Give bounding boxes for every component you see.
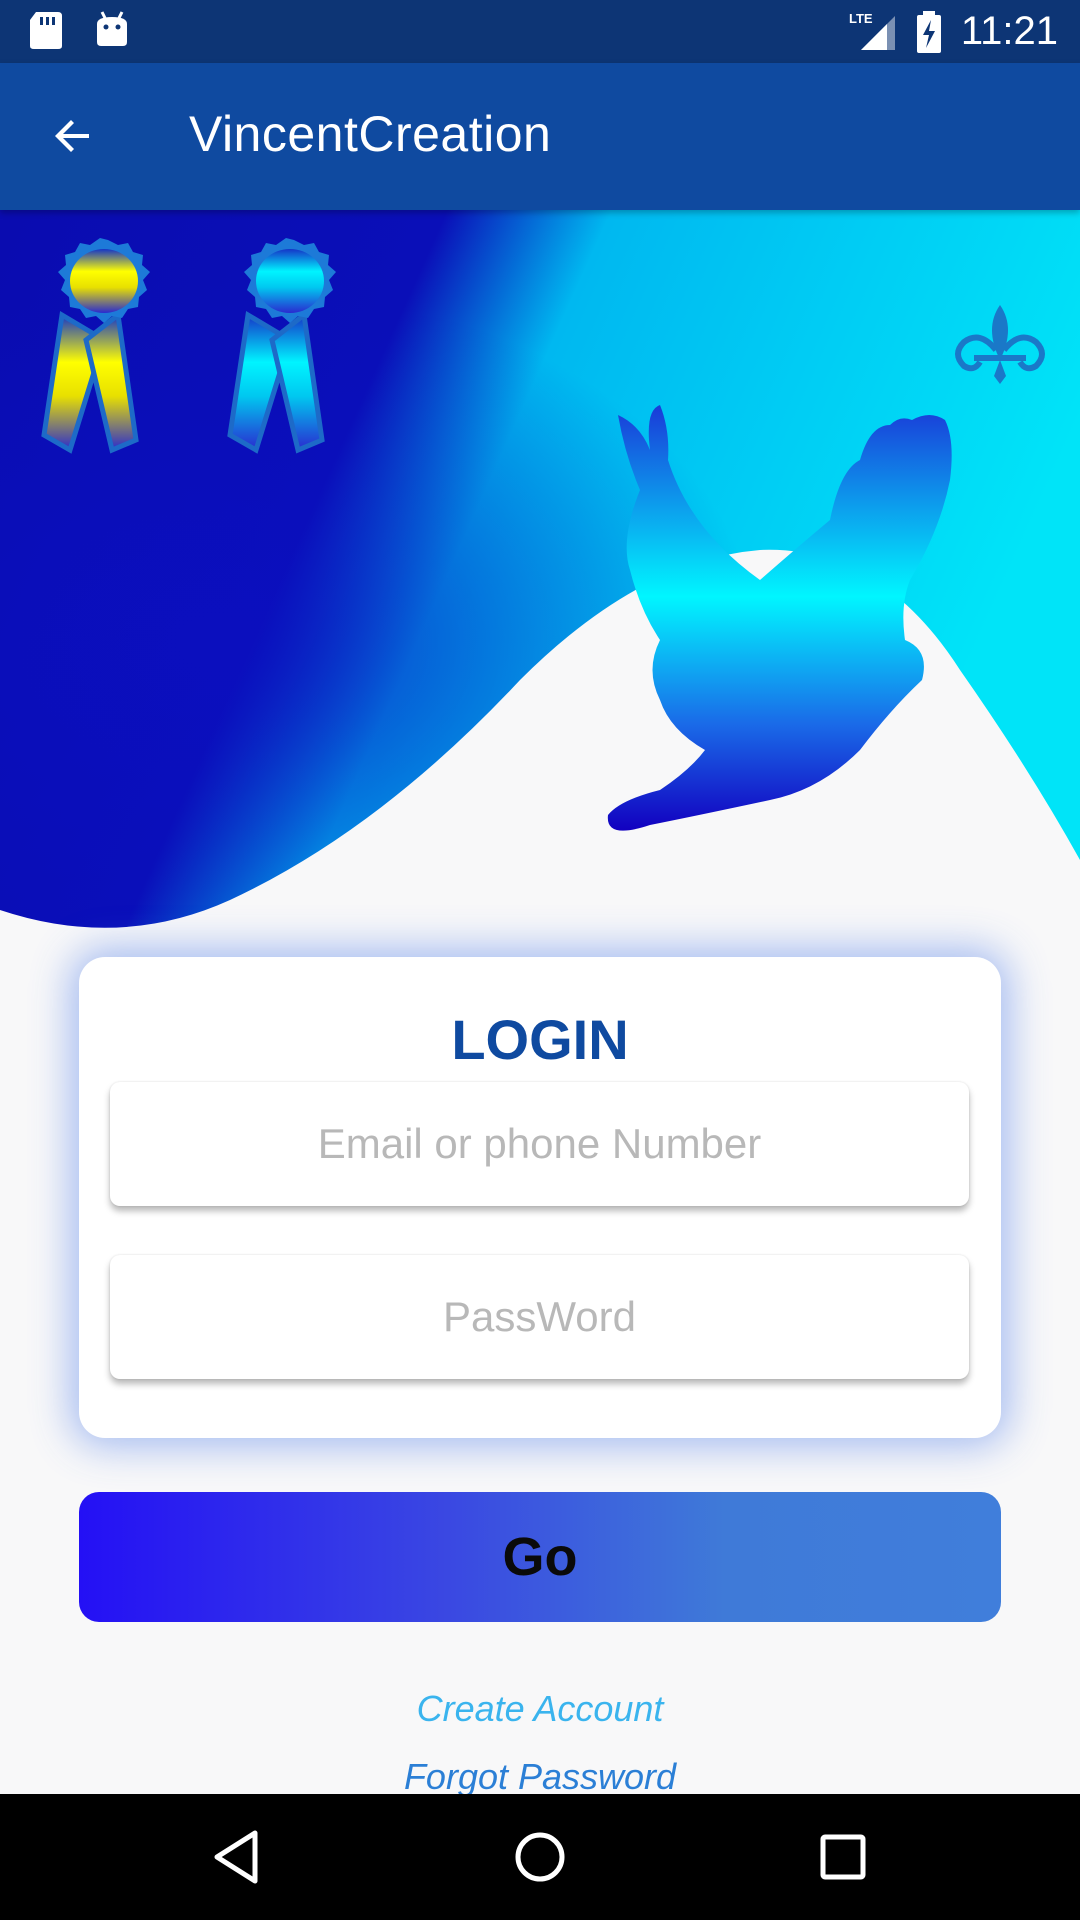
nav-back-button[interactable] [201, 1822, 271, 1892]
status-bar: LTE 11:21 [0, 0, 1080, 63]
nav-back-icon [214, 1830, 258, 1884]
sd-card-icon [30, 12, 62, 49]
create-account-link[interactable]: Create Account [0, 1688, 1080, 1730]
status-indicators: LTE 11:21 [849, 0, 1058, 63]
navigation-bar [0, 1794, 1080, 1920]
lte-signal-icon: LTE [849, 11, 895, 50]
android-icon [97, 11, 127, 46]
svg-text:LTE: LTE [849, 11, 873, 26]
battery-charging-icon [916, 10, 941, 53]
status-notifications [28, 10, 130, 50]
app-title: VincentCreation [189, 106, 552, 162]
go-button[interactable]: Go [79, 1492, 1001, 1622]
email-field[interactable] [110, 1082, 969, 1206]
arrow-back-icon [55, 120, 89, 152]
nav-home-icon [515, 1832, 565, 1882]
email-field-container [110, 1082, 969, 1206]
go-button-label: Go [502, 1527, 578, 1587]
login-card: LOGIN [79, 957, 1001, 1438]
nav-recents-icon [820, 1834, 866, 1880]
password-field[interactable] [110, 1255, 969, 1379]
back-button[interactable] [40, 103, 106, 169]
forgot-password-link[interactable]: Forgot Password [0, 1756, 1080, 1798]
hero-banner [0, 210, 1080, 930]
login-title: LOGIN [451, 1008, 629, 1071]
app-bar: VincentCreation [0, 63, 1080, 210]
nav-home-button[interactable] [505, 1822, 575, 1892]
status-time: 11:21 [960, 9, 1058, 53]
password-field-container [110, 1255, 969, 1379]
hero-illustration [0, 210, 1080, 930]
nav-recents-button[interactable] [808, 1822, 878, 1892]
